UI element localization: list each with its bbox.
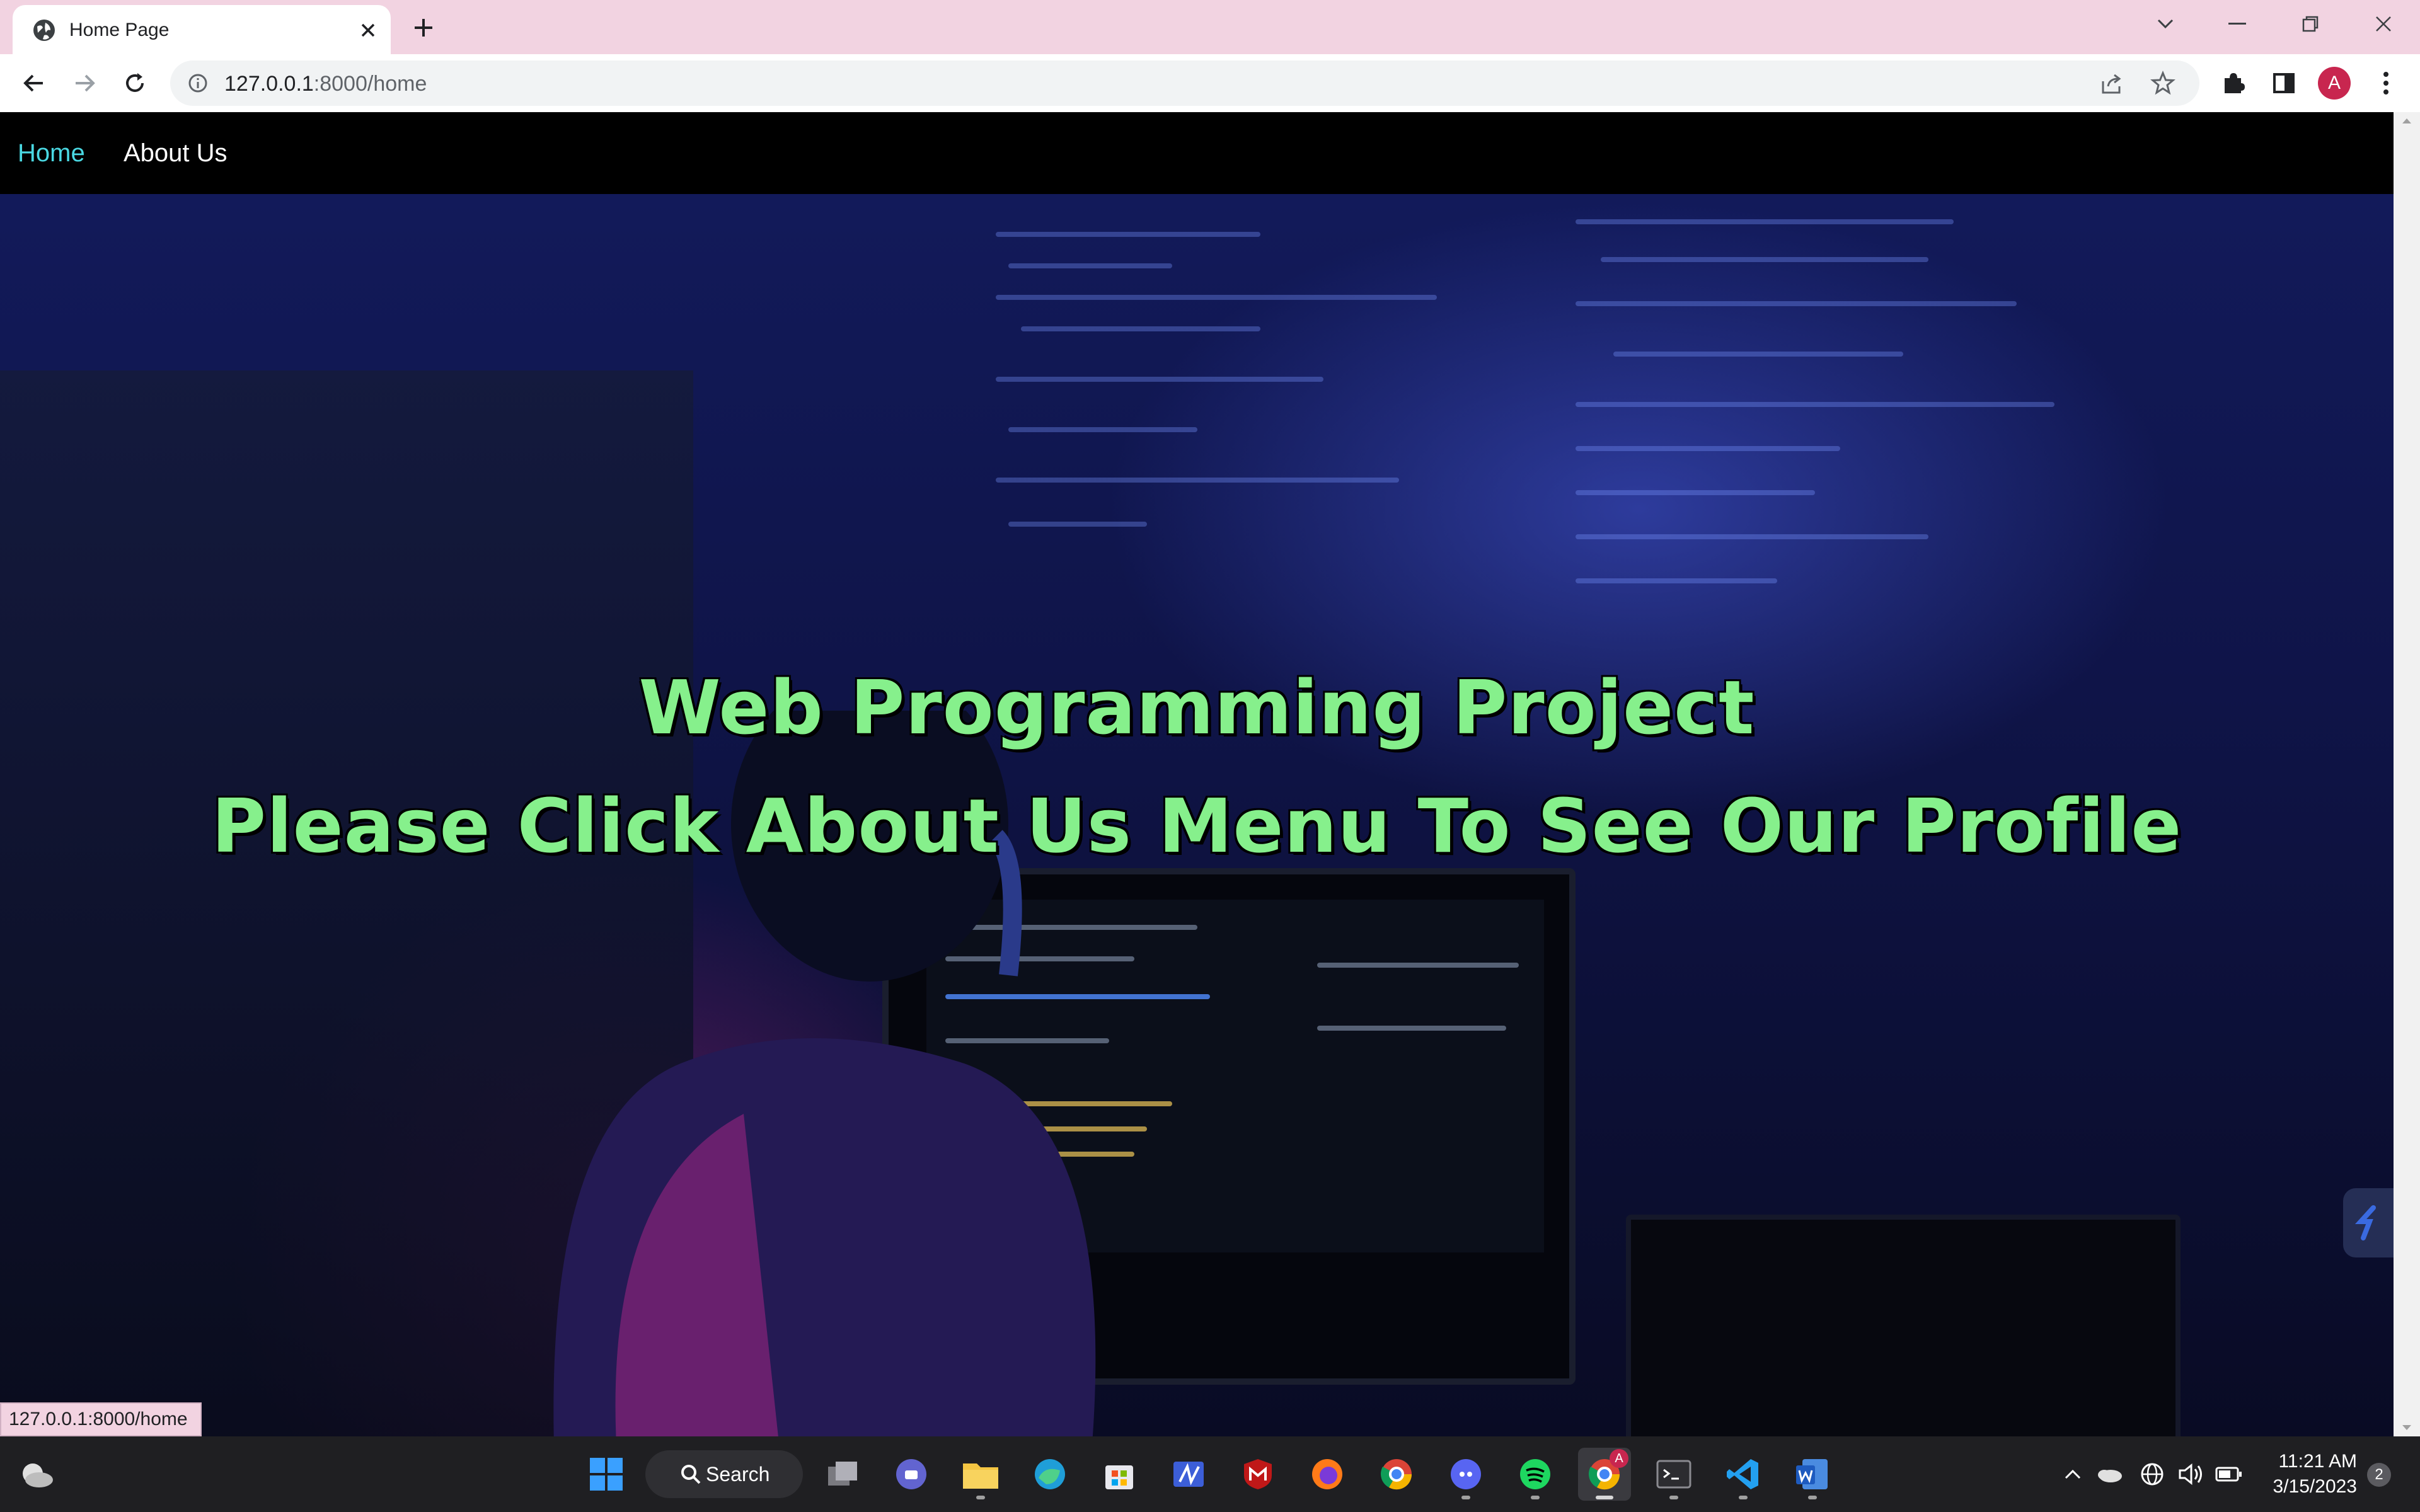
hero-banner: Web Programming Project Please Click Abo… <box>0 194 2394 1436</box>
store-icon[interactable] <box>1093 1448 1146 1501</box>
start-icon[interactable] <box>580 1448 633 1501</box>
discord-icon[interactable] <box>1439 1448 1492 1501</box>
mcafee-icon[interactable] <box>1231 1448 1284 1501</box>
bookmark-star-icon[interactable] <box>2149 69 2177 97</box>
restore-icon[interactable] <box>2275 0 2346 48</box>
word-icon[interactable] <box>1786 1448 1839 1501</box>
extensions-puzzle-icon[interactable] <box>2215 64 2252 102</box>
chrome-icon[interactable] <box>1370 1448 1423 1501</box>
site-navbar: Home About Us <box>0 112 2394 194</box>
new-tab-icon[interactable] <box>403 11 444 44</box>
task-view-icon[interactable] <box>817 1448 870 1501</box>
forward-arrow-icon[interactable] <box>66 64 103 102</box>
chrome-profile-badge: A <box>1610 1449 1628 1468</box>
search-icon <box>679 1463 702 1486</box>
battery-icon[interactable] <box>2212 1457 2246 1492</box>
windows-taskbar: Search A 11:21 AM 3/15/2023 2 <box>0 1436 2420 1512</box>
file-explorer-icon[interactable] <box>954 1448 1007 1501</box>
url-path: :8000/home <box>313 72 427 96</box>
profile-avatar[interactable]: A <box>2315 64 2353 102</box>
chrome-active-icon[interactable]: A <box>1578 1448 1631 1501</box>
url-text[interactable]: 127.0.0.1:8000/home <box>224 72 427 96</box>
hero-subtitle: Please Click About Us Menu To See Our Pr… <box>211 782 2182 869</box>
reload-icon[interactable] <box>116 64 154 102</box>
search-label: Search <box>706 1462 770 1486</box>
edge-icon[interactable] <box>1023 1448 1076 1501</box>
weather-widget-icon[interactable] <box>10 1448 63 1501</box>
nav-link-home[interactable]: Home <box>18 139 85 168</box>
app-icon[interactable] <box>1162 1448 1215 1501</box>
page-scrollbar[interactable] <box>2394 112 2420 1436</box>
menu-kebab-icon[interactable] <box>2367 64 2405 102</box>
network-globe-icon[interactable] <box>2135 1457 2169 1492</box>
tab-search-icon[interactable] <box>2130 0 2201 48</box>
clock-time[interactable]: 11:21 AM <box>2244 1450 2357 1473</box>
tab-title: Home Page <box>69 20 170 40</box>
browser-tab[interactable]: Home Page <box>13 5 391 54</box>
chevron-up-icon[interactable] <box>2056 1457 2090 1492</box>
address-bar[interactable]: 127.0.0.1:8000/home <box>170 60 2199 106</box>
side-panel-icon[interactable] <box>2265 64 2303 102</box>
browser-toolbar: 127.0.0.1:8000/home A <box>0 54 2420 112</box>
close-tab-icon[interactable] <box>353 15 383 45</box>
vscode-icon[interactable] <box>1717 1448 1770 1501</box>
firefox-icon[interactable] <box>1301 1448 1354 1501</box>
avatar: A <box>2318 67 2351 100</box>
terminal-icon[interactable] <box>1647 1448 1700 1501</box>
share-icon[interactable] <box>2099 69 2126 97</box>
onedrive-icon[interactable] <box>2092 1457 2126 1492</box>
nav-link-about-us[interactable]: About Us <box>124 139 228 168</box>
url-host: 127.0.0.1 <box>224 72 314 96</box>
taskbar-search[interactable]: Search <box>645 1450 803 1498</box>
globe-icon <box>32 18 57 43</box>
background-second-monitor <box>1626 1215 2181 1436</box>
hero-title: Web Programming Project <box>638 664 1755 751</box>
back-arrow-icon[interactable] <box>15 64 53 102</box>
spotify-icon[interactable] <box>1509 1448 1562 1501</box>
page-viewport: Home About Us Web Programming Project Pl… <box>0 112 2394 1436</box>
volume-icon[interactable] <box>2174 1457 2208 1492</box>
link-status-tooltip: 127.0.0.1:8000/home <box>0 1402 202 1436</box>
minimize-icon[interactable] <box>2202 0 2273 48</box>
close-window-icon[interactable] <box>2348 0 2419 48</box>
teams-icon[interactable] <box>885 1448 938 1501</box>
clock-date[interactable]: 3/15/2023 <box>2244 1475 2357 1498</box>
notification-badge[interactable]: 2 <box>2367 1463 2391 1487</box>
tab-strip: Home Page <box>0 0 2420 54</box>
site-info-icon[interactable] <box>188 73 208 93</box>
floating-side-widget[interactable] <box>2343 1188 2394 1257</box>
